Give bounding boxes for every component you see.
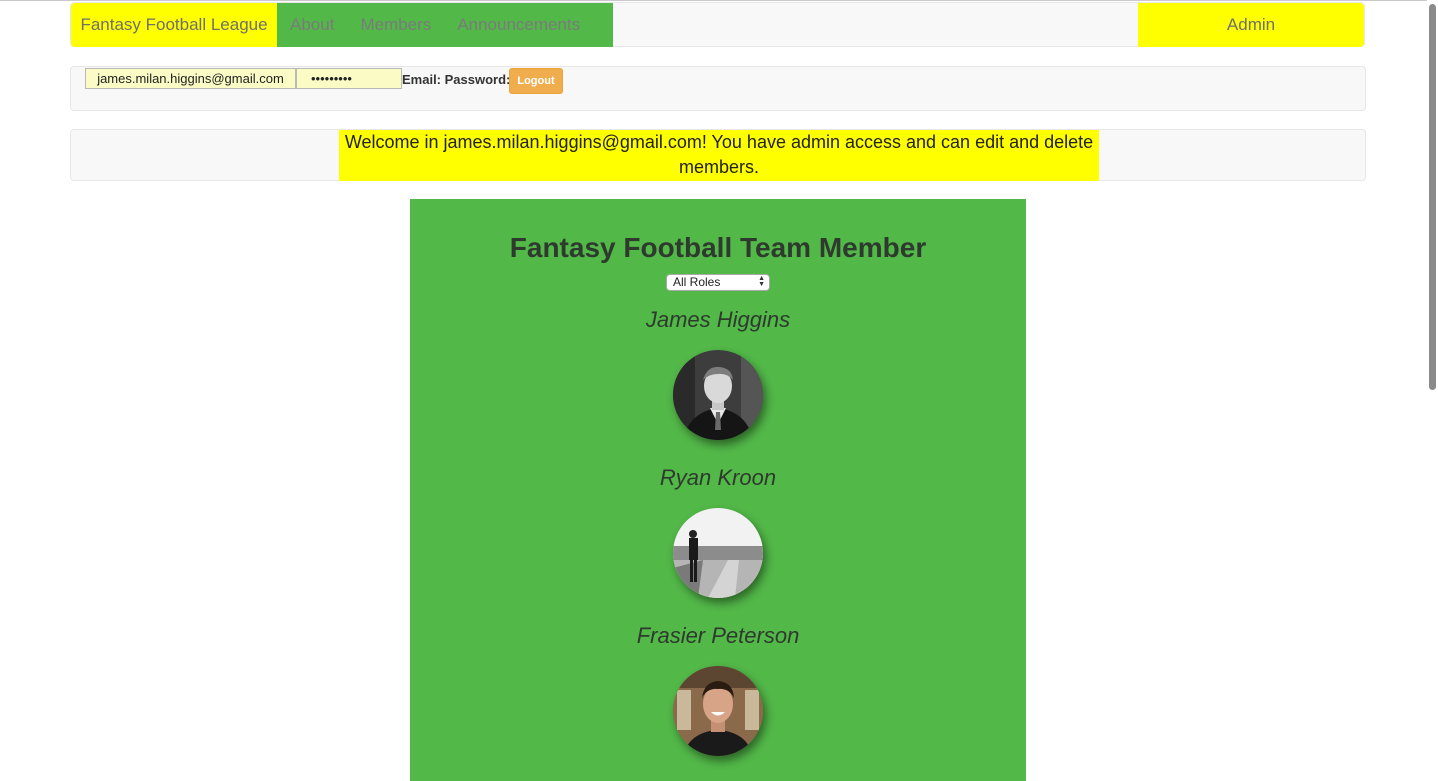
scrollbar-thumb[interactable] bbox=[1429, 4, 1436, 390]
member-avatar-frasier-peterson[interactable] bbox=[673, 666, 763, 756]
page-scrollbar[interactable] bbox=[1427, 0, 1438, 781]
avatar-photo-icon bbox=[673, 666, 763, 756]
logout-button[interactable]: Logout bbox=[509, 68, 563, 94]
role-filter-value: All Roles bbox=[673, 275, 721, 289]
password-input[interactable] bbox=[296, 68, 402, 89]
nav-link-announcements[interactable]: Announcements bbox=[444, 3, 593, 47]
brand-link[interactable]: Fantasy Football League bbox=[71, 3, 277, 47]
admin-link[interactable]: Admin bbox=[1138, 3, 1364, 47]
member-name-ryan-kroon: Ryan Kroon bbox=[659, 465, 777, 490]
member-name-frasier-peterson: Frasier Peterson bbox=[636, 623, 800, 648]
top-navbar: Fantasy Football League About Members An… bbox=[70, 2, 1365, 47]
member-avatar-james-higgins[interactable] bbox=[673, 350, 763, 440]
team-members-panel: Fantasy Football Team Member All Roles ▲… bbox=[410, 199, 1026, 781]
nav-link-members[interactable]: Members bbox=[347, 3, 444, 47]
role-filter-select[interactable]: All Roles ▲ ▼ bbox=[666, 274, 770, 291]
member-name-james-higgins: James Higgins bbox=[645, 307, 791, 332]
nav-link-about[interactable]: About bbox=[277, 3, 347, 47]
nav-links-group: About Members Announcements bbox=[277, 3, 613, 47]
welcome-bar: Welcome in james.milan.higgins@gmail.com… bbox=[70, 129, 1366, 181]
welcome-message: Welcome in james.milan.higgins@gmail.com… bbox=[339, 130, 1099, 181]
login-field-labels: Email: Password: bbox=[402, 72, 511, 87]
avatar-photo-icon bbox=[673, 508, 763, 598]
select-arrows-icon: ▲ ▼ bbox=[758, 275, 765, 288]
window-top-border bbox=[0, 0, 1438, 1]
member-avatar-ryan-kroon[interactable] bbox=[673, 508, 763, 598]
email-input[interactable] bbox=[85, 68, 296, 89]
team-title: Fantasy Football Team Member bbox=[509, 232, 927, 263]
avatar-photo-icon bbox=[673, 350, 763, 440]
login-bar: Email: Password: Logout bbox=[70, 66, 1366, 111]
